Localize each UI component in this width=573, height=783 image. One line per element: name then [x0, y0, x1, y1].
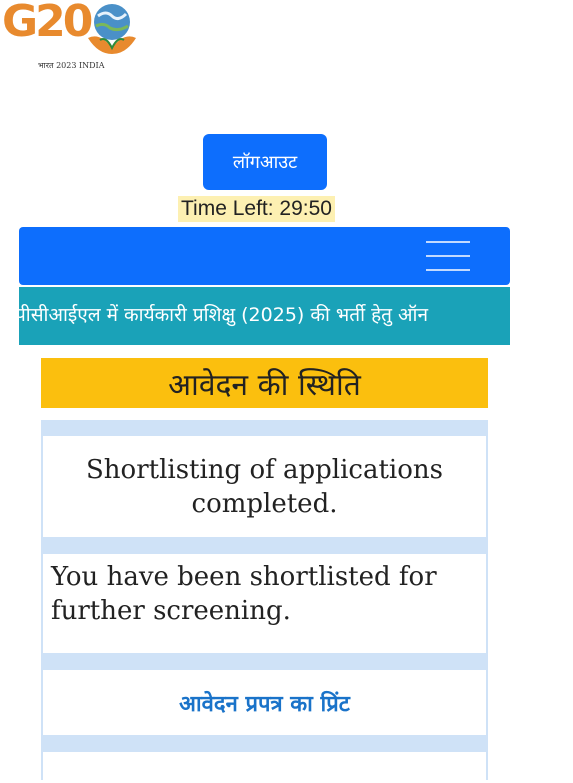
- logout-button[interactable]: लॉगआउट: [203, 134, 327, 190]
- g20-subtitle: भारत 2023 INDIA: [38, 61, 105, 70]
- hamburger-menu-icon[interactable]: [426, 241, 470, 271]
- shortlisting-message-card: Shortlisting of applications completed.: [43, 436, 486, 537]
- application-status-heading: आवेदन की स्थिति: [41, 358, 488, 408]
- lotus-globe-icon: [88, 4, 136, 54]
- time-left-indicator: Time Left: 29:50: [178, 196, 335, 222]
- print-link-card: आवेदन प्रपत्र का प्रिंट: [43, 670, 486, 735]
- marquee-text: पीसीआईएल में कार्यकारी प्रशिक्षु (2025) …: [19, 304, 429, 326]
- top-navbar: [19, 227, 510, 285]
- empty-card: [43, 752, 486, 782]
- shortlisted-message-card: You have been shortlisted for further sc…: [43, 554, 486, 653]
- print-application-link[interactable]: आवेदन प्रपत्र का प्रिंट: [179, 688, 350, 718]
- announcement-marquee: पीसीआईएल में कार्यकारी प्रशिक्षु (2025) …: [19, 287, 510, 345]
- g20-wordmark: G20: [2, 0, 93, 47]
- shortlisting-message: Shortlisting of applications completed.: [85, 454, 443, 519]
- shortlisted-message: You have been shortlisted for further sc…: [51, 562, 437, 626]
- status-panel: Shortlisting of applications completed. …: [41, 420, 488, 782]
- g20-logo: G20 भारत 2023 INDIA: [0, 0, 150, 80]
